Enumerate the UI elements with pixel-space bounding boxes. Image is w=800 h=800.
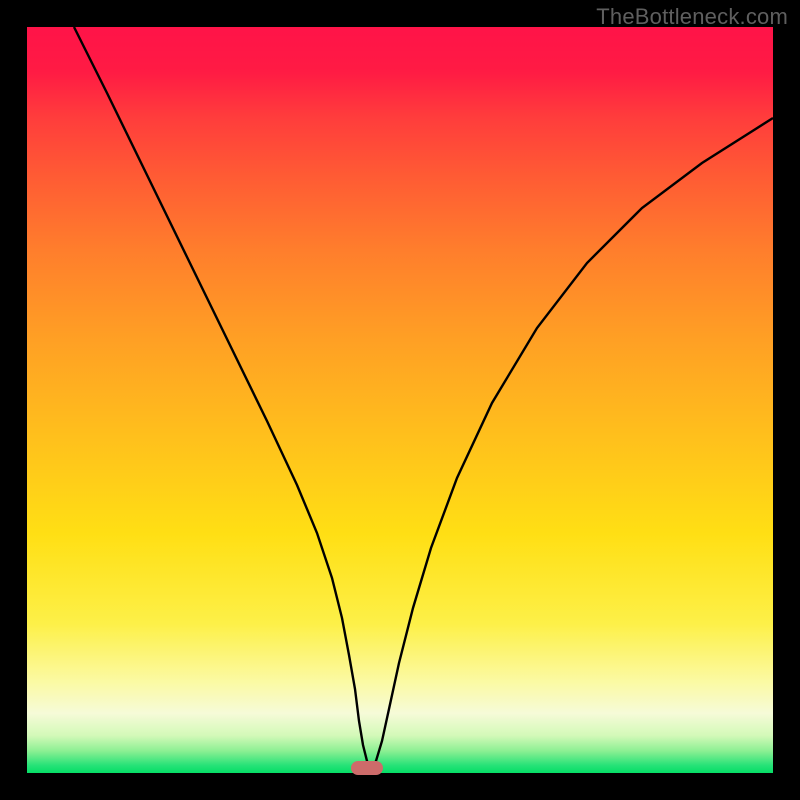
bottleneck-curve-path [74,27,773,768]
bottleneck-curve-svg [27,27,773,773]
optimal-point-marker [351,761,383,775]
watermark-text: TheBottleneck.com [596,4,788,30]
